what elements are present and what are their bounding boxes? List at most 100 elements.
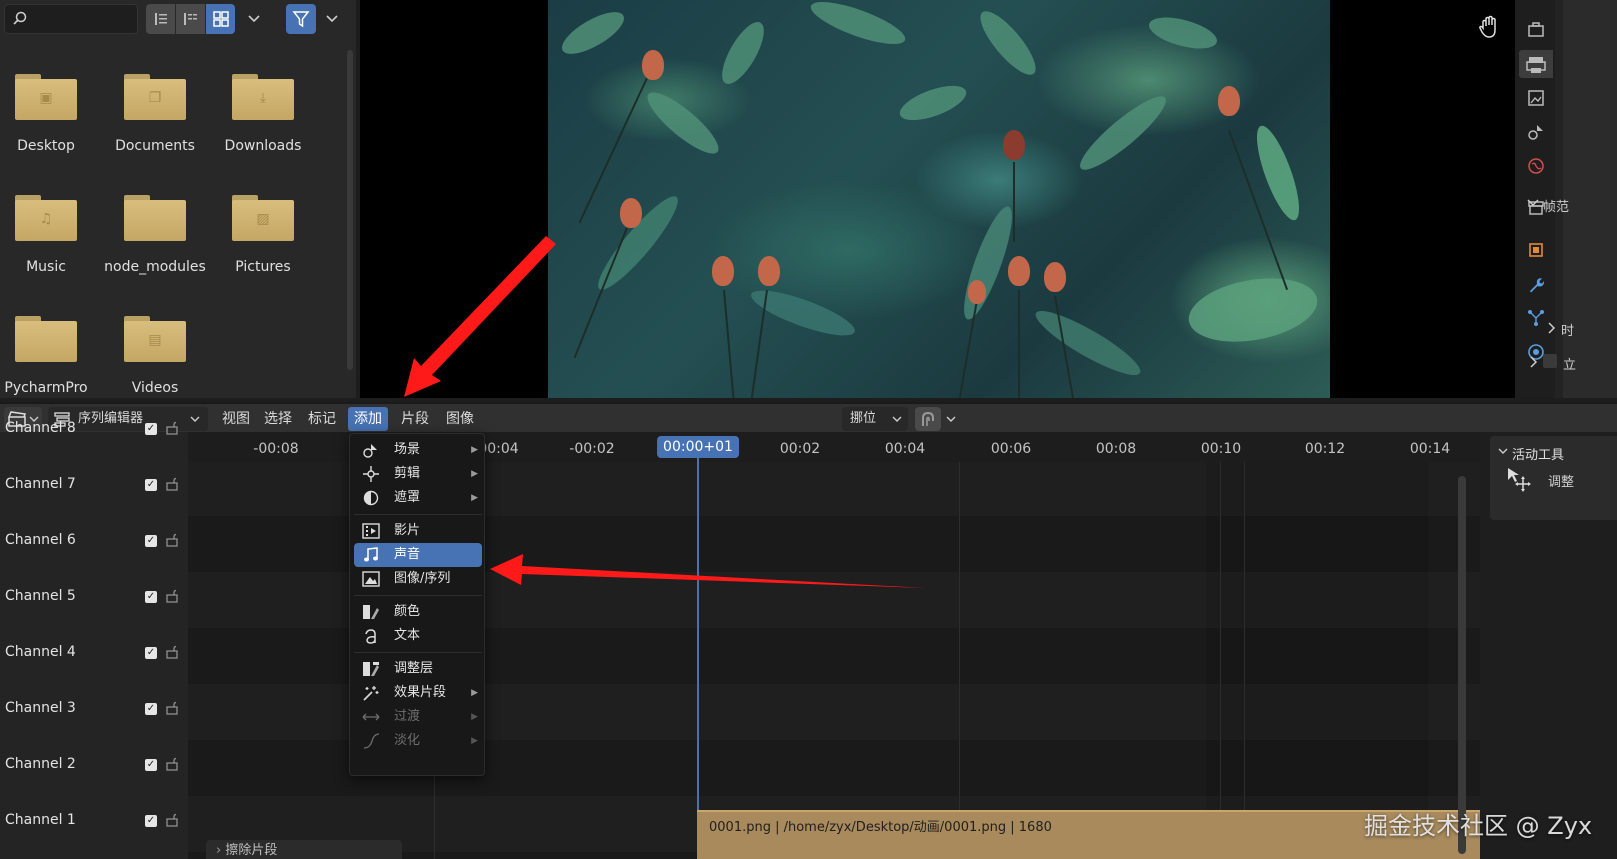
file-browser-scrollbar[interactable] [347, 50, 353, 370]
file-search-input[interactable] [4, 4, 138, 34]
pan-hand-icon[interactable] [1477, 14, 1503, 40]
display-size-dropdown[interactable] [240, 4, 268, 34]
horizontal-list-view-button[interactable] [176, 4, 205, 34]
channel-mute-checkbox[interactable]: ✓ [145, 423, 157, 435]
image-strip[interactable]: 0001.png | /home/zyx/Desktop/动画/0001.png… [697, 810, 1480, 859]
channel-name[interactable]: Channel 1 [5, 812, 76, 828]
active-tool-sidebar: 活动工具 调整 [1480, 432, 1617, 859]
add-menu-dropdown: 场景 ▶ 剪辑 ▶ 遮罩 ▶ 影片 声音 图像/序列 颜色 文本 调整层 效果片… [349, 433, 485, 776]
folder-documents[interactable]: ❐ Documents [101, 74, 209, 154]
lock-icon[interactable] [165, 757, 179, 771]
menu-view[interactable]: 视图 [216, 407, 256, 431]
menu-item-text[interactable]: 文本 [354, 624, 482, 648]
lock-icon[interactable] [165, 477, 179, 491]
menu-item-effect-strip[interactable]: 效果片段 ▶ [354, 681, 482, 705]
folder-music[interactable]: ♫ Music [0, 195, 100, 275]
menu-item-image-sequence[interactable]: 图像/序列 [354, 567, 482, 591]
menu-select[interactable]: 选择 [258, 407, 298, 431]
menu-item-label: 场景 [394, 442, 421, 457]
lock-icon[interactable] [165, 701, 179, 715]
channel-mute-checkbox[interactable]: ✓ [145, 591, 157, 603]
strip-label: 0001.png | /home/zyx/Desktop/动画/0001.png… [709, 820, 1052, 835]
magnet-icon [922, 411, 934, 426]
channel-name[interactable]: Channel 8 [5, 420, 76, 436]
time-tick: 00:14 [1409, 441, 1451, 457]
folder-downloads[interactable]: ⤓ Downloads [209, 74, 317, 154]
folder-pycharmpro[interactable]: PycharmPro [0, 316, 100, 396]
menu-image[interactable]: 图像 [440, 407, 480, 431]
channel-mute-checkbox[interactable]: ✓ [145, 703, 157, 715]
chevron-down-icon[interactable] [1527, 198, 1539, 208]
modifier-tab[interactable] [1526, 275, 1546, 295]
lock-icon[interactable] [165, 813, 179, 827]
tweak-tool-icon[interactable] [1506, 466, 1532, 492]
channel-name[interactable]: Channel 7 [5, 476, 76, 492]
timeline-scrollbar[interactable] [1458, 476, 1466, 854]
channel-name[interactable]: Channel 5 [5, 588, 76, 604]
time-tick: 00:08 [1095, 441, 1137, 457]
sound-icon [364, 547, 378, 562]
color-icon [363, 605, 379, 619]
scene-icon [363, 444, 377, 458]
channel-mute-checkbox[interactable]: ✓ [145, 479, 157, 491]
menu-item-label: 声音 [394, 547, 421, 562]
thumbnail-view-button[interactable] [206, 4, 235, 34]
menu-add[interactable]: 添加 [348, 407, 388, 431]
menu-item-label: 淡化 [394, 733, 421, 748]
channel-row-2: Channel 2 ✓ [0, 740, 188, 796]
lock-icon[interactable] [165, 645, 179, 659]
chevron-right-icon[interactable] [1547, 322, 1557, 334]
current-time-indicator[interactable]: 00:00+01 [657, 436, 739, 458]
playhead-line[interactable] [697, 458, 699, 859]
chevron-down-icon [248, 15, 260, 23]
menu-item-scene[interactable]: 场景 ▶ [354, 438, 482, 462]
filter-dropdown[interactable] [318, 4, 346, 34]
active-tool-title[interactable]: 活动工具 [1512, 444, 1564, 463]
scene-tab[interactable] [1526, 122, 1546, 142]
snap-options-chevron-icon[interactable] [946, 416, 956, 423]
erase-strip-panel[interactable]: › 擦除片段 [206, 840, 402, 859]
channel-name[interactable]: Channel 3 [5, 700, 76, 716]
folder-videos[interactable]: ▤ Videos [101, 316, 209, 396]
menu-item-mask[interactable]: 遮罩 ▶ [354, 486, 482, 510]
channel-mute-checkbox[interactable]: ✓ [145, 535, 157, 547]
stereoscopy-panel-header[interactable]: 立 [1563, 354, 1576, 373]
lock-icon[interactable] [165, 533, 179, 547]
filter-button[interactable] [286, 4, 316, 34]
channel-name[interactable]: Channel 4 [5, 644, 76, 660]
menu-item-adjustment-layer[interactable]: 调整层 [354, 657, 482, 681]
chevron-down-icon[interactable] [1498, 448, 1508, 456]
particles-tab[interactable] [1526, 308, 1546, 328]
menu-item-clip[interactable]: 剪辑 ▶ [354, 462, 482, 486]
lock-icon[interactable] [165, 421, 179, 435]
menu-item-label: 遮罩 [394, 490, 421, 505]
menu-item-movie[interactable]: 影片 [354, 519, 482, 543]
object-tab[interactable] [1526, 240, 1546, 260]
output-tab[interactable] [1526, 88, 1546, 108]
lock-icon[interactable] [165, 589, 179, 603]
channel-name[interactable]: Channel 6 [5, 532, 76, 548]
menu-item-color[interactable]: 颜色 [354, 600, 482, 624]
vertical-list-view-button[interactable] [146, 4, 175, 34]
world-tab[interactable] [1526, 156, 1546, 176]
chevron-right-icon[interactable] [1529, 356, 1539, 368]
overlap-mode-select[interactable]: 挪位 [842, 407, 908, 431]
channel-mute-checkbox[interactable]: ✓ [145, 759, 157, 771]
channel-mute-checkbox[interactable]: ✓ [145, 647, 157, 659]
panel-checkbox[interactable] [1543, 354, 1557, 368]
preview-frame-image [548, 0, 1330, 398]
folder-pictures[interactable]: ▨ Pictures [209, 195, 317, 275]
menu-item-sound[interactable]: 声音 [354, 543, 482, 567]
time-panel-header[interactable]: 时 [1561, 320, 1574, 339]
snap-toggle[interactable] [915, 407, 941, 431]
menu-strip[interactable]: 片段 [395, 407, 435, 431]
menu-marker[interactable]: 标记 [302, 407, 342, 431]
render-tab[interactable] [1519, 50, 1553, 78]
tool-tab[interactable] [1526, 20, 1546, 40]
folder-node-modules[interactable]: node_modules [101, 195, 209, 275]
image-icon [362, 571, 380, 587]
frame-range-panel-header[interactable]: 帧范 [1543, 196, 1569, 215]
folder-desktop[interactable]: ▣ Desktop [0, 74, 100, 154]
channel-name[interactable]: Channel 2 [5, 756, 76, 772]
channel-mute-checkbox[interactable]: ✓ [145, 815, 157, 827]
